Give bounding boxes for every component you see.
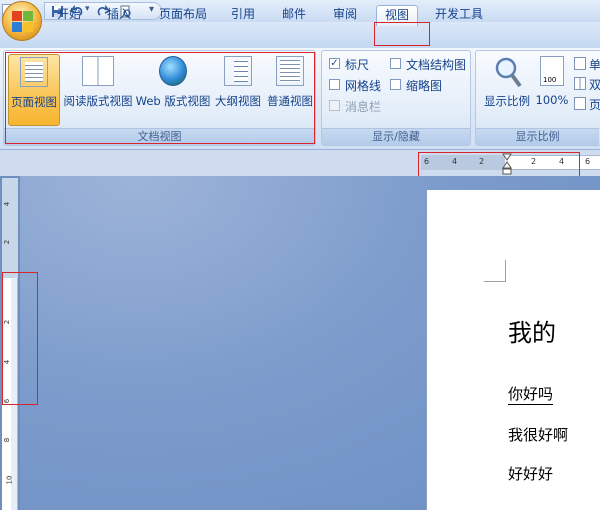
tab-page-layout[interactable]: 页面布局 <box>152 5 214 26</box>
ruler-tick: 2 <box>3 239 12 245</box>
outline-button[interactable]: 大纲视图 <box>212 54 264 126</box>
ruler-tick: 4 <box>3 201 12 207</box>
zoom-label: 显示比例 <box>484 94 530 108</box>
gridlines-checkbox[interactable] <box>329 79 340 90</box>
page-100-icon: 100 <box>540 56 564 86</box>
ruler-tick: 8 <box>3 437 12 443</box>
web-layout-button[interactable]: Web 版式视图 <box>135 54 211 126</box>
one-page-icon <box>574 57 586 70</box>
indent-marker-icon[interactable] <box>502 153 512 175</box>
group-zoom: 显示比例 100 100% 单 双 页 显示比例 <box>475 50 600 146</box>
office-button[interactable] <box>2 1 42 41</box>
two-pages-icon <box>574 77 586 90</box>
web-layout-icon <box>159 56 187 86</box>
ruler-tick: 2 <box>3 319 12 325</box>
group-label-document-views: 文档视图 <box>4 128 315 145</box>
margin-corner-mark <box>484 260 506 282</box>
document-map-checkbox[interactable] <box>390 58 401 69</box>
thumbnails-checkbox[interactable] <box>390 79 401 90</box>
group-label-show-hide: 显示/隐藏 <box>322 128 470 145</box>
two-pages-label: 双 <box>589 78 600 92</box>
tab-review[interactable]: 审阅 <box>326 5 364 26</box>
ruler-tick: 10 <box>5 475 14 485</box>
web-layout-label: Web 版式视图 <box>135 94 211 108</box>
page-width-icon <box>574 97 586 110</box>
two-pages-button[interactable]: 双 <box>574 76 600 92</box>
group-document-views: 页面视图 阅读版式视图 Web 版式视图 大纲视图 普通视图 文档视图 <box>3 50 316 146</box>
document-line-1[interactable]: 你好吗 <box>508 383 554 405</box>
full-screen-reading-label: 阅读版式视图 <box>63 94 133 108</box>
ruler-checkbox[interactable]: ✓ <box>329 58 340 69</box>
ruler-tick: 4 <box>559 157 565 166</box>
message-bar-label: 消息栏 <box>345 100 382 114</box>
page-width-button[interactable]: 页 <box>574 96 600 112</box>
document-line-2[interactable]: 我很好啊 <box>508 424 568 445</box>
magnifier-icon <box>495 57 522 88</box>
print-layout-button[interactable]: 页面视图 <box>8 54 60 126</box>
tab-mailings[interactable]: 邮件 <box>275 5 313 26</box>
zoom-100-label: 100% <box>535 93 569 107</box>
ruler-check-mark: ✓ <box>330 58 339 69</box>
tab-insert[interactable]: 插入 <box>100 5 138 26</box>
ruler-tick: 6 <box>424 157 430 166</box>
office-logo-icon <box>12 11 34 33</box>
vertical-ruler-ticks: 4 2 2 4 6 8 10 <box>2 178 18 510</box>
document-map-label: 文档结构图 <box>406 58 467 72</box>
full-screen-reading-button[interactable]: 阅读版式视图 <box>62 54 134 126</box>
page-100-icon-text: 100 <box>543 76 557 84</box>
ruler-tick: 2 <box>531 157 537 166</box>
page-width-label: 页 <box>589 98 600 112</box>
print-layout-icon <box>20 57 48 87</box>
ruler-tick: 6 <box>585 157 591 166</box>
outline-icon <box>224 56 252 86</box>
tab-developer[interactable]: 开发工具 <box>428 5 490 26</box>
draft-label: 普通视图 <box>267 94 313 108</box>
tab-home[interactable]: 开始 <box>50 5 88 26</box>
draft-icon <box>276 56 304 86</box>
one-page-label: 单 <box>589 58 600 72</box>
ruler-tick: 2 <box>479 157 485 166</box>
group-label-zoom: 显示比例 <box>476 128 599 145</box>
document-line-3[interactable]: 好好好 <box>508 463 553 484</box>
group-show-hide: ✓ 标尺 网格线 消息栏 文档结构图 缩略图 显示/隐藏 <box>321 50 471 146</box>
tab-references[interactable]: 引用 <box>224 5 262 26</box>
tab-view[interactable]: 视图 <box>376 5 418 26</box>
zoom-button[interactable]: 显示比例 <box>480 54 534 126</box>
print-layout-label: 页面视图 <box>11 95 57 109</box>
document-heading[interactable]: 我的 <box>508 313 556 348</box>
ruler-tick: 4 <box>452 157 458 166</box>
ruler-label: 标尺 <box>345 58 370 72</box>
one-page-button[interactable]: 单 <box>574 56 600 72</box>
full-screen-reading-icon <box>82 56 114 86</box>
document-page[interactable] <box>426 190 600 510</box>
zoom-100-button[interactable]: 100 100% <box>534 54 570 126</box>
outline-label: 大纲视图 <box>215 94 261 108</box>
message-bar-checkbox <box>329 100 340 111</box>
ruler-tick: 4 <box>3 359 12 365</box>
draft-button[interactable]: 普通视图 <box>265 54 315 126</box>
gridlines-label: 网格线 <box>345 79 382 93</box>
thumbnails-label: 缩略图 <box>406 79 443 93</box>
ruler-tick: 6 <box>3 398 12 404</box>
